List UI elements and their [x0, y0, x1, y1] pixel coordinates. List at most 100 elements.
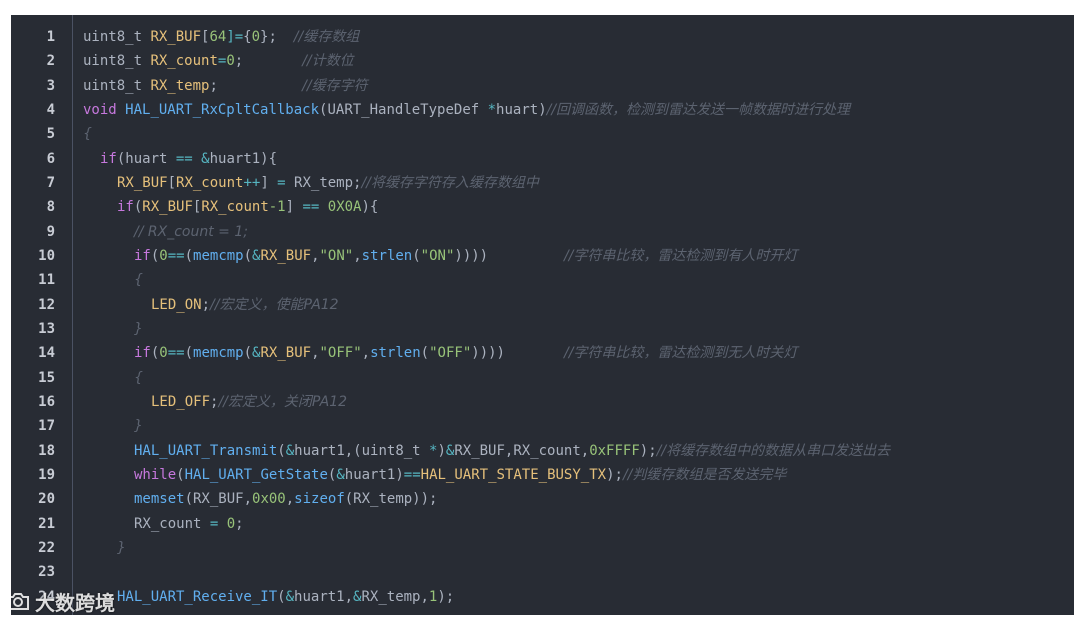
code-token: RX_count [201, 199, 269, 216]
code-line[interactable]: if(huart == &huart1){ [73, 147, 277, 171]
code-token: uint8_t [83, 53, 151, 70]
code-token: ){ [361, 199, 379, 216]
code-token: if [100, 150, 117, 167]
code-line[interactable]: // RX_count = 1; [73, 220, 248, 244]
code-line[interactable]: LED_OFF;//宏定义，关闭PA12 [73, 390, 347, 414]
camera-icon [5, 591, 31, 611]
code-line[interactable]: void HAL_UART_RxCpltCallback(UART_Handle… [73, 98, 850, 122]
code-token: "ON" [319, 247, 354, 264]
code-comment: } [134, 320, 143, 337]
line-number: 14 [38, 345, 55, 362]
code-token: (RX_BUF, [184, 491, 253, 508]
code-line[interactable]: if(RX_BUF[RX_count-1] == 0X0A){ [73, 195, 378, 219]
code-token: , [361, 345, 371, 362]
code-token: ; [209, 77, 303, 94]
code-token: ; [234, 53, 303, 70]
code-token: , [311, 247, 320, 264]
code-token: ] [260, 174, 278, 191]
code-line[interactable]: } [73, 317, 143, 341]
line-number: 13 [38, 320, 55, 337]
code-token: memcmp [193, 345, 244, 362]
code-line[interactable]: if(0==(memcmp(&RX_BUF,"ON",strlen("ON"))… [73, 244, 797, 268]
line-number: 18 [38, 442, 55, 459]
code-token: HAL_UART_RxCpltCallback [125, 101, 320, 118]
code-token: if [117, 199, 134, 216]
code-line[interactable]: { [73, 122, 92, 146]
code-line[interactable]: RX_count = 0; [73, 512, 244, 536]
code-line[interactable] [73, 560, 83, 584]
line-number: 16 [38, 393, 55, 410]
code-line[interactable]: uint8_t RX_temp; //缓存字符 [73, 74, 368, 98]
code-comment: //判缓存数组是否发送完毕 [622, 466, 787, 483]
code-line[interactable]: HAL_UART_Transmit(&huart1,(uint8_t *)&RX… [73, 439, 890, 463]
code-token: "ON" [420, 247, 455, 264]
code-line[interactable]: uint8_t RX_BUF[64]={0}; //缓存数组 [73, 25, 359, 49]
code-token: & [285, 442, 295, 459]
code-comment: //字符串比较，雷达检测到无人时关灯 [563, 345, 798, 362]
line-number: 9 [46, 223, 55, 240]
code-comment: } [134, 418, 143, 435]
code-comment: //缓存数组 [293, 29, 360, 45]
line-number: 11 [38, 272, 55, 289]
code-comment: { [83, 126, 92, 143]
code-token: & [336, 466, 345, 483]
code-token: RX_BUF [150, 29, 202, 45]
code-token: LED_OFF [151, 393, 211, 410]
code-line[interactable]: memset(RX_BUF,0x00,sizeof(RX_temp)); [73, 487, 437, 511]
code-token: [ [167, 174, 177, 191]
code-token: void [83, 101, 126, 118]
code-token: RX_count [150, 53, 218, 70]
code-line[interactable]: } [73, 536, 126, 560]
code-token: ); [606, 466, 623, 483]
code-token: sizeof [294, 491, 345, 508]
code-token: 0X0A [327, 199, 362, 216]
code-line[interactable]: HAL_UART_Receive_IT(&huart1,&RX_temp,1); [73, 585, 454, 609]
code-token: ; [201, 296, 211, 313]
code-token: strlen [361, 247, 413, 264]
code-comment: //计数位 [302, 53, 354, 70]
code-token: RX_temp, [361, 588, 429, 605]
code-token: ++ [243, 174, 261, 191]
code-token: == [167, 247, 185, 264]
code-line[interactable]: { [73, 268, 143, 292]
code-line[interactable]: while(HAL_UART_GetState(&huart1)==HAL_UA… [73, 463, 786, 487]
line-number: 3 [46, 77, 55, 94]
code-comment: //回调函数，检测到雷达发送一帧数据时进行处理 [546, 101, 851, 118]
code-comment: //将缓存数组中的数据从串口发送出去 [656, 442, 891, 459]
line-number: 17 [38, 418, 55, 435]
line-number: 23 [38, 564, 55, 581]
code-line[interactable]: RX_BUF[RX_count++] = RX_temp;//将缓存字符存入缓存… [73, 171, 539, 195]
code-token: }; [260, 29, 294, 45]
code-token: RX_BUF,RX_count, [454, 442, 590, 459]
code-line[interactable]: LED_ON;//宏定义，使能PA12 [73, 293, 339, 317]
code-editor[interactable]: 1 2 3 4 5 6 7 8 9 10 11 12 13 14 15 16 17 18 19 20 21 22 23 24 … [11, 15, 1074, 615]
code-token: HAL_UART_STATE_BUSY_TX [420, 466, 607, 483]
code-token: uint8_t [83, 77, 151, 94]
code-token: ( [184, 247, 194, 264]
code-token: huart1,(uint8_t [294, 442, 430, 459]
code-token: huart) [496, 101, 547, 118]
code-token: while [134, 466, 177, 483]
code-token: = [277, 174, 286, 191]
code-comment: //宏定义，使能PA12 [210, 296, 339, 313]
code-comment: //字符串比较，雷达检测到有人时开灯 [563, 247, 798, 264]
code-token: ( [420, 345, 430, 362]
code-line[interactable]: { [73, 366, 143, 390]
code-token: ( [277, 588, 286, 605]
code-token: "OFF" [429, 345, 472, 362]
code-line[interactable]: uint8_t RX_count=0; //计数位 [73, 49, 354, 73]
code-token: ( [243, 345, 253, 362]
code-token: ( [412, 247, 421, 264]
code-token: 0 [226, 515, 236, 532]
line-number: 5 [46, 126, 55, 143]
code-line[interactable]: if(0==(memcmp(&RX_BUF,"OFF",strlen("OFF"… [73, 341, 797, 365]
line-number: 7 [46, 174, 55, 191]
code-line[interactable]: } [73, 414, 143, 438]
code-token: 64 [209, 29, 227, 45]
code-token: ) [437, 442, 446, 459]
code-token: * [487, 101, 497, 118]
line-number: 20 [38, 491, 55, 508]
code-token: ( [176, 466, 185, 483]
